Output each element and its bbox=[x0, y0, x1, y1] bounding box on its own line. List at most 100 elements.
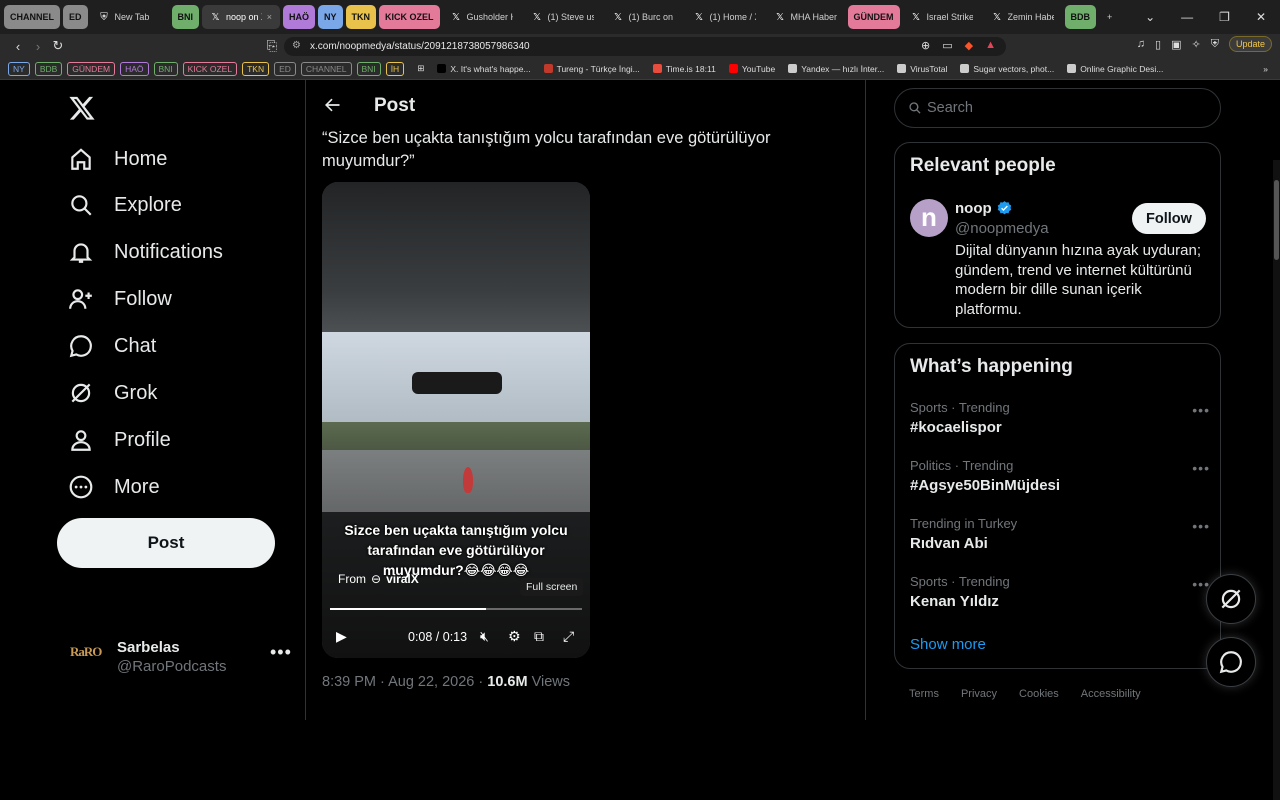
trend-item[interactable]: Sports · Trending #kocaelispor ••• bbox=[910, 400, 1210, 436]
trend-more-icon[interactable]: ••• bbox=[1192, 402, 1210, 418]
tab-group-chip[interactable]: NY bbox=[318, 5, 343, 29]
sidebar-item-profile[interactable]: Profile bbox=[68, 427, 171, 453]
bookmark-link[interactable]: Time.is 18:11 bbox=[652, 64, 716, 74]
more-dots-icon[interactable]: ••• bbox=[270, 642, 292, 663]
profile-name[interactable]: noop bbox=[955, 200, 1013, 217]
trend-item[interactable]: Trending in Turkey Rıdvan Abi ••• bbox=[910, 516, 1210, 552]
sidebar-toggle-icon[interactable]: ▯ bbox=[1155, 38, 1161, 51]
minimize-icon[interactable]: — bbox=[1181, 10, 1193, 24]
footer-link[interactable]: Terms bbox=[909, 688, 939, 700]
browser-tab[interactable]: 𝕏 Gusholder Hal bbox=[443, 5, 521, 29]
account-switcher[interactable]: RaRO Sarbelas @RaroPodcasts ••• bbox=[70, 636, 292, 680]
tab-group-chip[interactable]: ED bbox=[63, 5, 88, 29]
bookmark-group[interactable]: CHANNEL bbox=[300, 61, 352, 76]
cast-icon[interactable]: ▭ bbox=[942, 39, 952, 52]
scrollbar-thumb[interactable] bbox=[1274, 180, 1279, 260]
tab-group-chip[interactable]: BNI bbox=[171, 5, 200, 29]
trend-more-icon[interactable]: ••• bbox=[1192, 518, 1210, 534]
sidebar-item-more[interactable]: More bbox=[68, 474, 160, 500]
bookmark-link[interactable]: Sugar vectors, phot... bbox=[960, 64, 1054, 74]
media-icon[interactable]: ♫ bbox=[1137, 38, 1145, 50]
new-tab-button[interactable]: + bbox=[1099, 5, 1120, 29]
brave-rewards-icon[interactable]: ▲ bbox=[985, 39, 996, 52]
footer-link[interactable]: Privacy bbox=[961, 688, 997, 700]
search-input[interactable]: Search bbox=[894, 88, 1221, 128]
bookmark-group[interactable]: BNI bbox=[356, 61, 381, 76]
play-icon[interactable]: ▶ bbox=[336, 628, 347, 645]
footer-link[interactable]: Accessibility bbox=[1081, 688, 1141, 700]
video-player[interactable]: Sizce ben uçakta tanıştığım yolcu tarafı… bbox=[322, 182, 590, 658]
bookmark-group[interactable]: HAÖ bbox=[120, 61, 149, 76]
sidebar-item-chat[interactable]: Chat bbox=[68, 333, 156, 359]
site-info-icon[interactable]: ⚙ bbox=[292, 40, 301, 51]
page-scrollbar[interactable] bbox=[1273, 160, 1280, 800]
browser-tab[interactable]: 𝕏 Israel Strikes S bbox=[903, 5, 981, 29]
sidebar-item-notifications[interactable]: Notifications bbox=[68, 239, 223, 265]
trend-item[interactable]: Sports · Trending Kenan Yıldız ••• bbox=[910, 574, 1210, 610]
back-icon[interactable]: ‹ bbox=[8, 39, 28, 54]
bookmark-group[interactable]: KICK OZEL bbox=[182, 61, 238, 76]
pip-icon[interactable]: ⧉ bbox=[534, 628, 544, 645]
x-logo-icon[interactable] bbox=[68, 94, 96, 122]
trend-more-icon[interactable]: ••• bbox=[1192, 460, 1210, 476]
bookmark-group[interactable]: ED bbox=[274, 61, 296, 76]
sidebar-item-explore[interactable]: Explore bbox=[68, 192, 182, 218]
grok-fab-button[interactable] bbox=[1206, 574, 1256, 624]
bookmark-group[interactable]: BDB bbox=[34, 61, 63, 76]
brave-shield-icon[interactable]: ◆ bbox=[965, 39, 973, 52]
bookmark-link[interactable]: YouTube bbox=[728, 64, 775, 74]
browser-tab[interactable]: 𝕏 MHA Haber on bbox=[767, 5, 845, 29]
leo-icon[interactable]: ✧ bbox=[1192, 38, 1201, 51]
video-source[interactable]: From ⊖ viralX bbox=[338, 572, 419, 586]
bookmark-group[interactable]: TKN bbox=[242, 61, 270, 76]
bookmark-link[interactable]: Yandex — hızlı İnter... bbox=[788, 64, 884, 74]
browser-tab[interactable]: ⛨ New Tab bbox=[91, 5, 169, 29]
chat-fab-button[interactable] bbox=[1206, 637, 1256, 687]
follow-button[interactable]: Follow bbox=[1132, 203, 1206, 234]
tab-search-icon[interactable]: ⌄ bbox=[1145, 10, 1155, 24]
settings-icon[interactable]: ⚙ bbox=[508, 628, 521, 645]
sidebar-item-grok[interactable]: Grok bbox=[68, 380, 157, 406]
bookmark-group[interactable]: GÜNDEM bbox=[67, 61, 116, 76]
bookmark-link[interactable]: Tureng - Türkçe İngi... bbox=[543, 64, 640, 74]
bookmark-group[interactable]: BNI bbox=[153, 61, 178, 76]
bookmark-group[interactable]: NY bbox=[8, 61, 30, 76]
bookmark-link[interactable]: Online Graphic Desi... bbox=[1067, 64, 1163, 74]
update-button[interactable]: Update bbox=[1228, 36, 1272, 52]
browser-tab[interactable]: 𝕏 (1) Steve us on bbox=[524, 5, 602, 29]
tab-group-chip[interactable]: HAÖ bbox=[283, 5, 316, 29]
tab-group-chip[interactable]: KICK OZEL bbox=[379, 5, 440, 29]
apps-icon[interactable]: ⊞ bbox=[417, 63, 424, 74]
video-progress-bar[interactable] bbox=[330, 608, 582, 610]
footer-link[interactable]: Cookies bbox=[1019, 688, 1059, 700]
tab-group-chip[interactable]: BDB bbox=[1064, 5, 1097, 29]
avatar[interactable]: n bbox=[910, 199, 948, 237]
sidebar-item-home[interactable]: Home bbox=[68, 146, 167, 172]
mute-icon[interactable]: 🔇︎ bbox=[480, 628, 489, 645]
post-timestamp[interactable]: 8:39 PM · Aug 22, 2026 · bbox=[322, 674, 487, 690]
bookmark-icon[interactable]: ⎘ bbox=[262, 38, 282, 54]
browser-tab[interactable]: 𝕏 (1) Home / X bbox=[686, 5, 764, 29]
post-button[interactable]: Post bbox=[57, 518, 275, 568]
reload-icon[interactable]: ↻ bbox=[48, 38, 68, 54]
tab-group-chip[interactable]: TKN bbox=[345, 5, 377, 29]
close-window-icon[interactable]: ✕ bbox=[1256, 10, 1266, 24]
browser-tab[interactable]: 𝕏noop on X × bbox=[202, 5, 281, 29]
bookmarks-overflow-icon[interactable]: » bbox=[1263, 64, 1268, 74]
browser-tab[interactable]: 𝕏 Zemin Haber c bbox=[984, 5, 1062, 29]
tab-group-chip[interactable]: CHANNEL bbox=[4, 5, 60, 29]
bookmark-link[interactable]: VirusTotal bbox=[897, 64, 947, 74]
close-tab-icon[interactable]: × bbox=[267, 12, 272, 22]
browser-tab[interactable]: 𝕏 (1) Burc on X bbox=[605, 5, 683, 29]
wallet-icon[interactable]: ▣ bbox=[1171, 38, 1181, 51]
trend-item[interactable]: Politics · Trending #Agsye50BinMüjdesi ••• bbox=[910, 458, 1210, 494]
show-more-link[interactable]: Show more bbox=[910, 636, 986, 653]
fullscreen-icon[interactable]: ⤢ bbox=[563, 628, 574, 645]
back-arrow-icon[interactable] bbox=[322, 95, 342, 115]
restore-icon[interactable]: ❐ bbox=[1219, 10, 1230, 24]
tab-group-chip[interactable]: GÜNDEM bbox=[847, 5, 900, 29]
url-bar[interactable]: ⚙ x.com/noopmedya/status/209121873805798… bbox=[284, 37, 1006, 56]
forward-icon[interactable]: › bbox=[28, 39, 48, 54]
sidebar-item-follow[interactable]: Follow bbox=[68, 286, 172, 312]
zoom-icon[interactable]: ⊕ bbox=[921, 39, 930, 52]
